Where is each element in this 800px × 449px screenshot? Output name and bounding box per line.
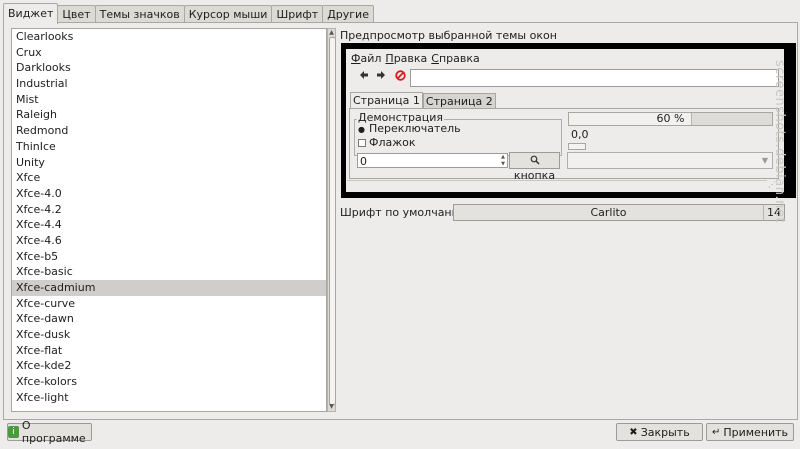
preview-tab-page1[interactable]: Страница 1 xyxy=(350,92,423,108)
list-item[interactable]: Xfce-basic xyxy=(12,264,326,280)
preview-title: Предпросмотр выбранной темы окон xyxy=(340,29,557,42)
theme-list-scrollbar[interactable]: ▲ ▼ xyxy=(327,28,336,412)
progress-bar: 60 % xyxy=(568,112,773,126)
preview-tab-page2[interactable]: Страница 2 xyxy=(422,93,496,109)
list-item[interactable]: Darklooks xyxy=(12,60,326,76)
forward-arrow-icon[interactable] xyxy=(374,70,388,84)
spin-arrows-icon[interactable]: ▲ ▼ xyxy=(501,154,505,168)
menu-edit[interactable]: Правка xyxy=(385,52,427,66)
list-item[interactable]: Xfce-light xyxy=(12,390,326,406)
preview-button[interactable]: кнопка xyxy=(509,152,560,182)
preview-tabs: Страница 1 Страница 2 xyxy=(350,92,496,109)
preview-statusbar xyxy=(347,180,767,193)
list-item[interactable]: Xfce-4.6 xyxy=(12,233,326,249)
scroll-up-icon[interactable]: ▲ xyxy=(328,29,335,37)
preview-menubar: Файл Правка Справка xyxy=(351,52,484,66)
list-item[interactable]: Xfce-flat xyxy=(12,343,326,359)
list-item[interactable]: Xfce-kolors xyxy=(12,374,326,390)
spin-value: 0 xyxy=(360,155,367,168)
search-icon xyxy=(530,155,540,165)
radio-label[interactable]: Переключатель xyxy=(369,122,461,136)
scale-value: 0,0 xyxy=(571,128,589,141)
close-label: Закрыть xyxy=(640,425,690,439)
list-item[interactable]: Xfce-4.0 xyxy=(12,186,326,202)
list-item[interactable]: Industrial xyxy=(12,76,326,92)
watermark: screenshots.debian.net xyxy=(769,60,799,360)
scale-slider[interactable] xyxy=(568,143,773,150)
list-item[interactable]: Xfce-4.2 xyxy=(12,202,326,218)
stop-icon[interactable] xyxy=(393,70,407,84)
about-label: О программе xyxy=(21,419,86,445)
tab-bar: Виджет Цвет Темы значков Курсор мыши Шри… xyxy=(3,3,374,24)
preview-address-input[interactable] xyxy=(410,69,779,87)
list-item[interactable]: ThinIce xyxy=(12,139,326,155)
list-item[interactable]: Mist xyxy=(12,92,326,108)
about-button[interactable]: i О программе xyxy=(7,419,92,445)
radio-icon[interactable]: ● xyxy=(358,125,365,135)
watermark-text: screenshots.debian.net xyxy=(772,60,787,223)
spin-input[interactable]: 0 ▲ ▼ xyxy=(357,153,508,168)
list-item[interactable]: Xfce-cadmium xyxy=(12,280,326,296)
list-item[interactable]: Xfce-dawn xyxy=(12,311,326,327)
apply-button[interactable]: ↵ Применить xyxy=(706,423,794,441)
list-item[interactable]: Xfce-b5 xyxy=(12,249,326,265)
list-item[interactable]: Raleigh xyxy=(12,107,326,123)
menu-help[interactable]: Справка xyxy=(431,52,479,66)
font-name: Carlito xyxy=(590,206,627,219)
list-item[interactable]: Xfce-kde2 xyxy=(12,358,326,374)
progress-text: 60 % xyxy=(656,112,685,125)
apply-label: Применить xyxy=(723,425,789,439)
checkbox-label[interactable]: Флажок xyxy=(369,136,416,150)
list-item[interactable]: Xfce-curve xyxy=(12,296,326,312)
menu-file[interactable]: Файл xyxy=(351,52,381,66)
list-item[interactable]: Xfce-4.4 xyxy=(12,217,326,233)
list-item[interactable]: Xfce xyxy=(12,170,326,186)
scroll-down-icon[interactable]: ▼ xyxy=(328,403,335,411)
apply-icon: ↵ xyxy=(711,426,721,438)
scrollbar-thumb[interactable] xyxy=(329,37,336,405)
preview-combo[interactable]: ▼ xyxy=(567,152,773,169)
tab-widget[interactable]: Виджет xyxy=(3,3,59,24)
list-item[interactable]: Crux xyxy=(12,45,326,61)
help-icon: i xyxy=(8,426,19,438)
list-item[interactable]: Xfce-dusk xyxy=(12,327,326,343)
list-item[interactable]: Redmond xyxy=(12,123,326,139)
chevron-down-icon: ▼ xyxy=(761,156,768,165)
close-icon: ✖ xyxy=(629,426,638,438)
back-arrow-icon[interactable] xyxy=(357,70,371,84)
default-font-label: Шрифт по умолчанию: xyxy=(340,206,472,219)
font-select-button[interactable]: Carlito xyxy=(453,204,764,221)
scale-handle[interactable] xyxy=(568,143,586,150)
theme-list[interactable]: Clearlooks Crux Darklooks Industrial Mist Ral… xyxy=(11,28,327,412)
close-button[interactable]: ✖ Закрыть xyxy=(616,423,703,441)
list-item[interactable]: Unity xyxy=(12,155,326,171)
list-item[interactable]: Clearlooks xyxy=(12,29,326,45)
checkbox[interactable] xyxy=(358,139,366,147)
